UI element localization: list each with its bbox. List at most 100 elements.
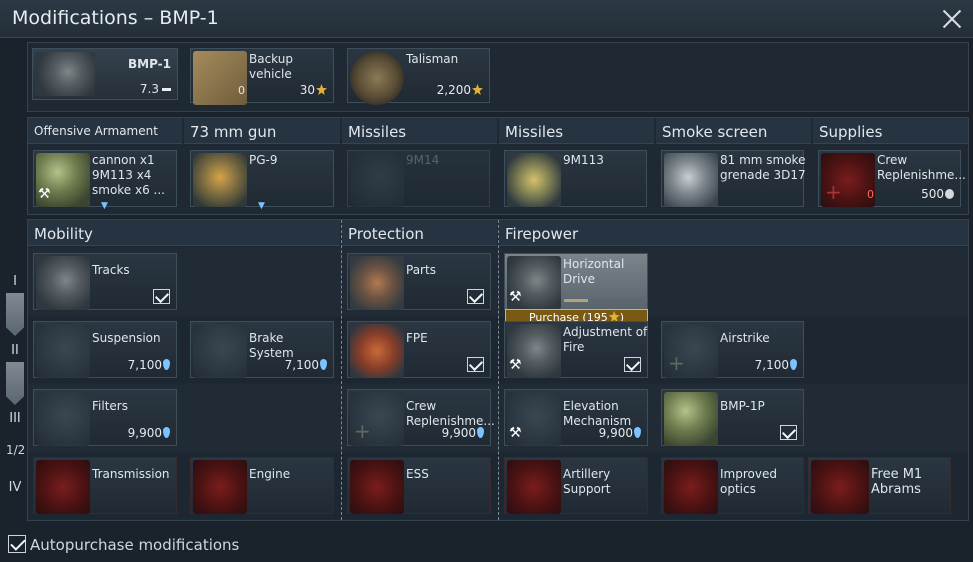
weapon-9m14-card[interactable]: 9M14 <box>347 150 490 207</box>
weapon-header-smoke: Smoke screen <box>656 118 811 144</box>
mod-improved-optics[interactable]: Improved optics <box>661 457 804 514</box>
ess-icon <box>350 460 404 514</box>
shell-icon <box>193 153 247 207</box>
mod-tracks-label: Tracks <box>92 263 130 277</box>
research-points-icon <box>163 359 170 370</box>
tracks-icon <box>36 256 90 310</box>
mod-artillery-label: Artillery Support <box>563 467 611 496</box>
tier-label-3: III <box>9 411 21 426</box>
missile-icon <box>350 153 404 207</box>
chevron-down-icon[interactable]: ▼ <box>101 201 108 211</box>
research-points-icon <box>790 359 797 370</box>
mod-bmp-1p[interactable]: BMP-1P <box>661 389 804 446</box>
mod-bmp1p-label: BMP-1P <box>720 399 765 413</box>
tier-label-4: IV <box>8 480 22 495</box>
mod-free-m1-abrams[interactable]: Free M1 Abrams <box>808 457 951 514</box>
plus-icon: + <box>354 419 371 443</box>
suspension-icon <box>36 324 90 378</box>
research-points-icon <box>163 427 170 438</box>
research-progress <box>564 299 644 302</box>
wrench-icon: ⚒ <box>509 357 522 373</box>
mod-transmission[interactable]: Transmission <box>33 457 177 514</box>
checkmark-icon <box>467 289 484 304</box>
checkmark-icon <box>780 425 797 440</box>
smoke-grenade-card[interactable]: 81 mm smoke grenade 3D17 <box>661 150 806 207</box>
mod-optics-label: Improved optics <box>720 467 777 496</box>
brake-icon <box>193 324 247 378</box>
tier-label-2: II <box>11 343 19 358</box>
fire-extinguisher-icon <box>350 324 404 378</box>
vehicle-name: BMP-1 <box>127 57 171 71</box>
weapon-header-missiles-2: Missiles <box>499 118 654 144</box>
mod-elevation-label: Elevation Mechanism <box>563 399 632 428</box>
mod-brake-price: 7,100 <box>285 358 327 372</box>
autopurchase-checkbox[interactable] <box>8 535 26 553</box>
close-icon[interactable] <box>939 6 965 32</box>
turret-icon <box>664 392 718 446</box>
vehicle-br: 7.3 <box>139 82 159 96</box>
tier-label-1: I <box>13 274 17 289</box>
mod-elevation-price: 9,900 <box>599 426 641 440</box>
weapon-9m14-label: 9M14 <box>406 153 440 167</box>
tier-progress: 1/2 <box>6 443 26 457</box>
group-firepower: Firepower <box>499 220 968 246</box>
checkmark-icon <box>467 357 484 372</box>
missile-icon <box>507 153 561 207</box>
weapon-header-offensive: Offensive Armament <box>28 118 182 144</box>
transmission-icon <box>36 460 90 514</box>
mod-ess[interactable]: ESS <box>347 457 491 514</box>
group-protection: Protection <box>342 220 497 246</box>
br-mode-icon <box>162 88 171 91</box>
mod-adjustment-of-fire[interactable]: ⚒ Adjustment of Fire <box>504 321 648 378</box>
mod-tracks[interactable]: Tracks <box>33 253 177 310</box>
tank-icon <box>35 52 95 96</box>
tank-icon <box>811 460 869 514</box>
weapon-9m113-card[interactable]: 9M113 <box>504 150 647 207</box>
mod-parts-label: Parts <box>406 263 436 277</box>
title-bar: Modifications – BMP-1 <box>0 0 973 38</box>
research-points-icon <box>634 427 641 438</box>
filter-icon <box>36 392 90 446</box>
mod-suspension[interactable]: Suspension 7,100 <box>33 321 177 378</box>
weapon-pg9-card[interactable]: PG-9 ▼ <box>190 150 334 211</box>
crew-replenish-label: Crew Replenishme... <box>877 153 966 182</box>
mod-crew-label: Crew Replenishme... <box>406 399 495 428</box>
mod-parts[interactable]: Parts <box>347 253 491 310</box>
mod-artillery-support[interactable]: Artillery Support <box>504 457 648 514</box>
mod-airstrike-price: 7,100 <box>755 358 797 372</box>
mod-fpe-label: FPE <box>406 331 428 345</box>
mod-airstrike[interactable]: + Airstrike 7,100 <box>661 321 804 378</box>
weapon-pg9-label: PG-9 <box>249 153 278 167</box>
group-divider <box>341 220 342 520</box>
backup-vehicle-card[interactable]: Backup vehicle 0 30 <box>190 48 334 105</box>
chevron-down-icon[interactable]: ▼ <box>258 201 265 211</box>
mod-crew-price: 9,900 <box>442 426 484 440</box>
window-title: Modifications – BMP-1 <box>12 7 219 29</box>
mod-filters[interactable]: Filters 9,900 <box>33 389 177 446</box>
weapon-9m113-label: 9M113 <box>563 153 604 167</box>
mod-crew-replenishment[interactable]: + Crew Replenishme... 9,900 <box>347 389 495 446</box>
weapon-header-supplies: Supplies <box>813 118 968 144</box>
talisman-price: 2,200 <box>437 83 483 97</box>
crew-replenish-card[interactable]: + 0 Crew Replenishme... 500 <box>818 150 966 207</box>
talisman-card[interactable]: Talisman 2,200 <box>347 48 490 105</box>
optics-icon <box>664 460 718 514</box>
mod-fpe[interactable]: FPE <box>347 321 491 378</box>
mod-adjustment-label: Adjustment of Fire <box>563 325 648 354</box>
parts-icon <box>350 256 404 310</box>
mod-engine[interactable]: Engine <box>190 457 334 514</box>
research-points-icon <box>320 359 327 370</box>
golden-eagle-icon <box>472 84 483 95</box>
talisman-label: Talisman <box>406 52 459 66</box>
mod-ess-label: ESS <box>406 467 429 481</box>
mod-elevation-mechanism[interactable]: ⚒ Elevation Mechanism 9,900 <box>504 389 648 446</box>
checkmark-icon <box>624 357 641 372</box>
weapon-preset-card[interactable]: ⚒ cannon x1 9M113 x4 smoke x6 ... ▼ <box>33 150 177 211</box>
wrench-icon: ⚒ <box>509 289 522 305</box>
mod-brake-system[interactable]: Brake System 7,100 <box>190 321 334 378</box>
mod-transmission-label: Transmission <box>92 467 170 481</box>
vehicle-card[interactable]: BMP-1 7.3 <box>32 48 178 100</box>
crew-price: 500 <box>921 187 954 201</box>
backup-label: Backup vehicle <box>249 52 293 81</box>
crew-count: 0 <box>867 188 874 201</box>
